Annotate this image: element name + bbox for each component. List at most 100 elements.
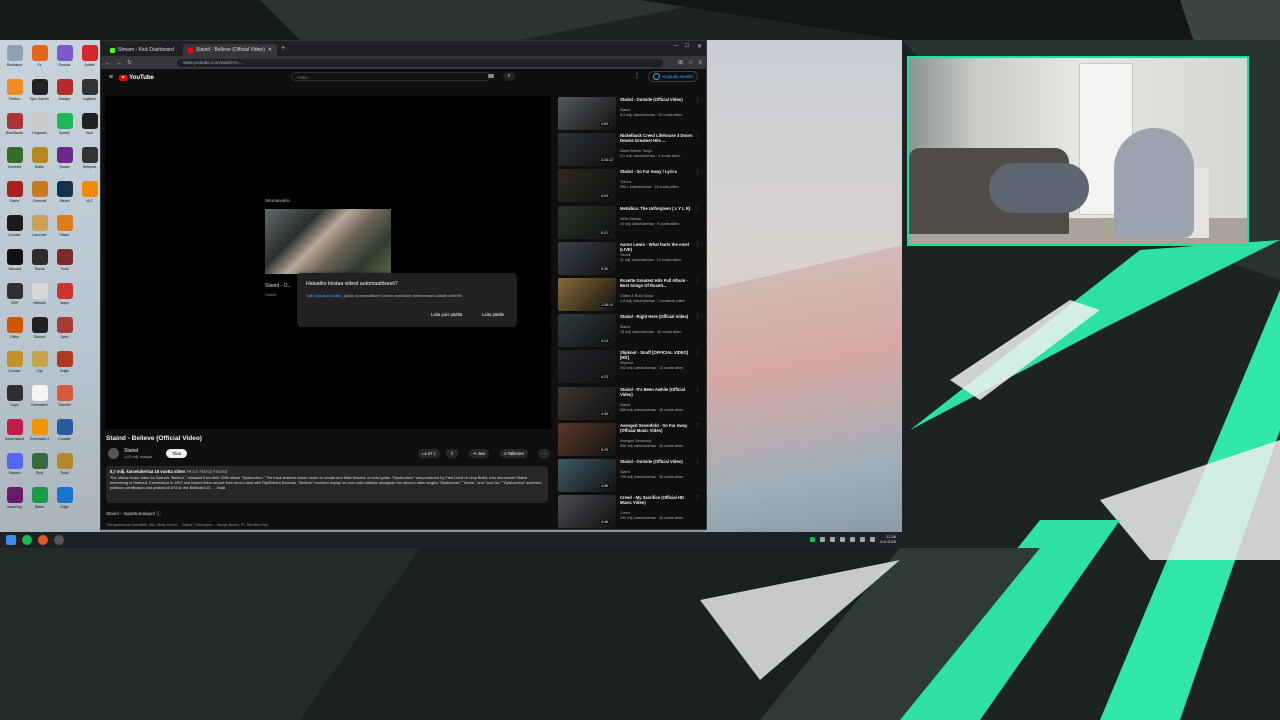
desktop-shortcut[interactable]: Adobe: [77, 42, 102, 76]
tray-app-icon[interactable]: [820, 536, 826, 542]
channel-avatar[interactable]: [108, 448, 119, 459]
more-options-icon[interactable]: ⋮: [695, 169, 700, 175]
more-options-icon[interactable]: ⋮: [695, 459, 700, 465]
desktop-shortcut[interactable]: Player: [52, 212, 77, 246]
more-options-icon[interactable]: ⋮: [695, 423, 700, 429]
more-options-icon[interactable]: ⋮: [634, 72, 640, 79]
recommended-channel[interactable]: Willie Klamar: [620, 217, 641, 221]
recommended-channel[interactable]: Staind: [620, 470, 630, 474]
desktop-shortcut[interactable]: VLC: [77, 178, 102, 212]
recommended-channel[interactable]: Avenged Sevenfold: [620, 439, 651, 443]
recommended-channel[interactable]: Vikvall: [620, 253, 630, 257]
recommended-video[interactable]: 5:29 Avenged Sevenfold - So Far Away (Off…: [558, 422, 706, 458]
more-options-icon[interactable]: ⋮: [695, 206, 700, 212]
like-button[interactable]: 👍︎ 47 t.: [418, 449, 441, 458]
channel-name[interactable]: Staind: [124, 448, 138, 454]
recommended-video[interactable]: 5:30 Aaron Lewis - What hurts the most (L…: [558, 241, 706, 277]
desktop-shortcut[interactable]: City: [27, 348, 52, 382]
recommended-title[interactable]: Creed - My Sacrifice (Official HD Music …: [620, 495, 696, 505]
more-actions-button[interactable]: ⋯: [538, 449, 551, 458]
desktop-shortcut[interactable]: Battle: [27, 144, 52, 178]
info-icon[interactable]: ⓘ: [156, 511, 161, 516]
minimize-icon[interactable]: –: [674, 43, 677, 50]
recommended-video[interactable]: 1:26:19 Roxette Greatest Hits Full Album …: [558, 277, 706, 313]
youtube-logo[interactable]: YouTube: [119, 74, 154, 81]
desktop-shortcut[interactable]: Notepad: [77, 144, 102, 178]
more-options-icon[interactable]: ⋮: [695, 133, 700, 139]
desktop-shortcut[interactable]: Rust: [27, 450, 52, 484]
desktop-shortcut[interactable]: Valorant: [2, 246, 27, 280]
video-player[interactable]: Seuraavaksi Staind - O... Staind Haluatk…: [105, 96, 551, 429]
desktop-shortcut[interactable]: Overwolf: [27, 178, 52, 212]
desktop-shortcut[interactable]: Kick: [77, 110, 102, 144]
desktop-shortcut[interactable]: Network: [27, 280, 52, 314]
hashtags[interactable]: #Rock #Metal #Staind: [186, 469, 227, 474]
desktop-shortcut[interactable]: OBS: [2, 280, 27, 314]
recommended-channel[interactable]: Online & Rock Music: [620, 294, 653, 298]
spotify-taskbar-icon[interactable]: [22, 535, 32, 545]
search-button[interactable]: ⌕: [503, 72, 515, 81]
search-input[interactable]: Haku: [291, 72, 491, 81]
description-box[interactable]: 8,7 milj. katselukertaa 16 vuotta sitten…: [106, 466, 548, 503]
desktop-shortcut[interactable]: Launcher: [27, 212, 52, 246]
tray-spotify-icon[interactable]: [810, 536, 816, 542]
recommended-video[interactable]: 4:34 Staind - It's Been Awhile (Official …: [558, 386, 706, 422]
desktop-shortcut[interactable]: Zombies: [2, 144, 27, 178]
sign-in-button[interactable]: Kirjaudu sisään: [648, 71, 698, 82]
desktop-shortcut[interactable]: Transfer: [52, 382, 77, 416]
desktop-shortcut[interactable]: Origin: [52, 348, 77, 382]
recommended-title[interactable]: Roxette Greatest Hits Full Album - Best …: [620, 278, 696, 288]
more-options-icon[interactable]: ⋮: [695, 242, 700, 248]
recommended-channel[interactable]: Tell me: [620, 180, 631, 184]
recommended-video[interactable]: 4:04 Staind - So Far Away / Lyrics Tell me…: [558, 168, 706, 204]
share-button[interactable]: ↪ Jaa: [469, 449, 489, 458]
tray-app-icon[interactable]: [830, 536, 836, 542]
more-options-icon[interactable]: ⋮: [695, 495, 700, 501]
more-options-icon[interactable]: ⋮: [695, 278, 700, 284]
recommended-title[interactable]: Staind - Outside (Official Video): [620, 459, 696, 464]
recommended-video[interactable]: 4:23 Slipknot - Snuff [OFFICIAL VIDEO] [H…: [558, 349, 706, 385]
tray-app-icon[interactable]: [850, 536, 856, 542]
save-button[interactable]: ≡ Tallenna: [500, 449, 528, 458]
recommended-channel[interactable]: Isabel Meiner Tango: [620, 149, 652, 153]
recommended-title[interactable]: Slipknot - Snuff [OFFICIAL VIDEO] [HD]: [620, 350, 696, 360]
maximize-icon[interactable]: □: [685, 43, 689, 50]
close-tab-icon[interactable]: ✕: [268, 47, 272, 53]
desktop-shortcut[interactable]: Tools: [52, 246, 77, 280]
obs-taskbar-icon[interactable]: [54, 535, 64, 545]
desktop-shortcut[interactable]: BlueStacks: [2, 110, 27, 144]
recommended-title[interactable]: Metallica: The Unforgiven ( L Y L R): [620, 206, 696, 211]
events-strip[interactable]: Tiet tapahtumaa Mansfield, MA, Xfinity C…: [106, 523, 546, 529]
desktop-shortcut[interactable]: Steam: [52, 178, 77, 212]
recommended-title[interactable]: Staind - Outside (Official Video): [620, 97, 696, 102]
more-options-icon[interactable]: ⋮: [695, 387, 700, 393]
desktop-shortcut[interactable]: Game: [2, 178, 27, 212]
desktop-shortcut[interactable]: Escape: [52, 76, 77, 110]
desktop-shortcut[interactable]: GameSpy: [2, 484, 27, 518]
recommended-channel[interactable]: Slipknot: [620, 361, 633, 365]
tab-youtube-video[interactable]: Staind - Believe (Official Video) ✕: [182, 44, 278, 56]
menu-icon[interactable]: ≡: [698, 60, 702, 66]
recommended-video[interactable]: 4:48 Creed - My Sacrifice (Official HD Mu…: [558, 494, 706, 530]
recommended-title[interactable]: Nickelback Creed Lifehouse 3 Doors Downs…: [620, 133, 696, 143]
desktop-shortcut[interactable]: Quake: [52, 144, 77, 178]
recommended-channel[interactable]: Staind: [620, 108, 630, 112]
desktop-shortcut[interactable]: Discord: [27, 314, 52, 348]
autoplay-off-button[interactable]: Laita pois päältä: [427, 311, 466, 319]
recommended-video[interactable]: 4:56 Staind - Outside (Official Video) Sta…: [558, 458, 706, 494]
recommended-title[interactable]: Staind - So Far Away / Lyrics: [620, 169, 696, 174]
recommended-channel[interactable]: Creed: [620, 511, 630, 515]
keyboard-icon[interactable]: [488, 74, 494, 78]
desktop-shortcut[interactable]: Storm: [27, 484, 52, 518]
more-options-icon[interactable]: ⋮: [695, 314, 700, 320]
tray-network-icon[interactable]: [860, 536, 866, 542]
autoplay-on-button[interactable]: Laita päälle: [478, 311, 508, 319]
bookmark-icon[interactable]: ☆: [688, 59, 693, 66]
desktop-shortcut[interactable]: Counter: [2, 348, 27, 382]
extensions-icon[interactable]: ⊞: [678, 59, 683, 66]
back-icon[interactable]: ←: [105, 60, 111, 66]
close-window-icon[interactable]: ✕: [697, 43, 702, 50]
desktop-shortcut[interactable]: Overwatch: [27, 382, 52, 416]
start-icon[interactable]: [6, 535, 16, 545]
recommended-channel[interactable]: Staind: [620, 403, 630, 407]
